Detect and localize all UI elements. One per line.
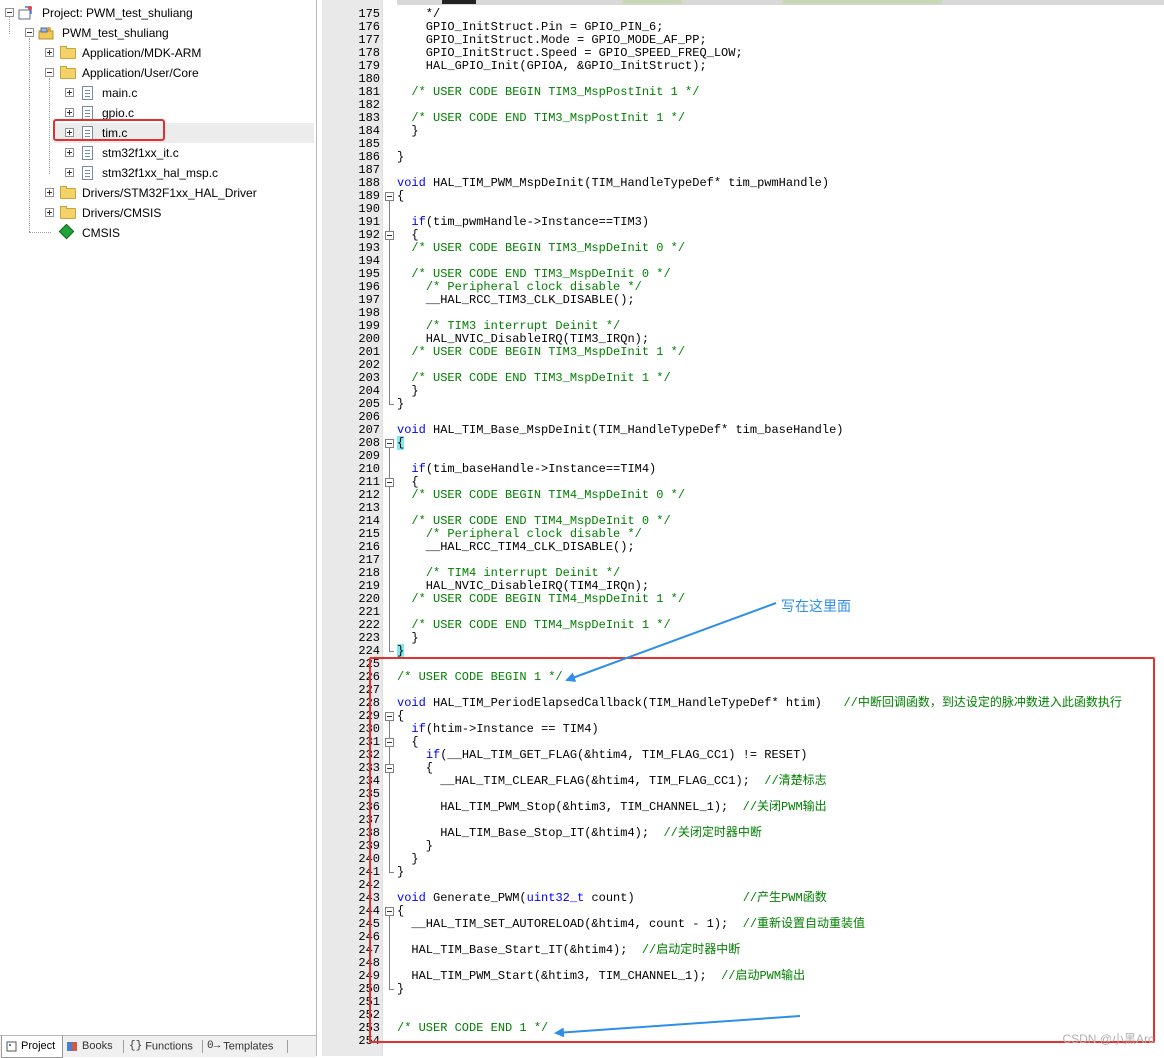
annotation-text: 写在这里面 [781, 598, 851, 614]
tab-functions[interactable]: {} Functions [129, 1036, 201, 1057]
expand-icon[interactable] [65, 108, 74, 117]
fold-toggle-icon[interactable] [385, 439, 394, 448]
templates-icon: 0→ [207, 1040, 221, 1052]
file-highlight-box [53, 119, 165, 141]
project-root-label: Project: PWM_test_shuliang [42, 6, 193, 20]
tree-group[interactable]: Application/User/Core [0, 63, 316, 83]
c-file-icon [82, 166, 93, 180]
folder-icon [60, 206, 76, 219]
code-line[interactable]: /* USER CODE BEGIN TIM3_MspDeInit 1 */ [397, 346, 685, 359]
fold-toggle-icon[interactable] [385, 478, 394, 487]
folder-open-icon [60, 66, 76, 79]
tree-file[interactable]: main.c [0, 83, 316, 103]
project-tab-icon [6, 1041, 17, 1052]
panel-tabs: Project Books {} Functions 0→ Templates [0, 1035, 316, 1058]
code-line[interactable]: /* USER CODE END TIM3_MspDeInit 1 */ [397, 372, 670, 385]
collapse-icon[interactable] [45, 68, 54, 77]
code-line[interactable]: /* USER CODE BEGIN TIM3_MspPostInit 1 */ [397, 86, 699, 99]
folder-icon [60, 186, 76, 199]
code-line[interactable]: /* USER CODE END TIM4_MspDeInit 1 */ [397, 619, 670, 632]
collapse-icon[interactable] [5, 8, 14, 17]
c-file-icon [82, 146, 93, 160]
code-line[interactable]: { [397, 190, 404, 203]
editor-tab-strip [322, 0, 1164, 5]
code-line[interactable]: } [397, 398, 404, 411]
tab-templates[interactable]: 0→ Templates [207, 1036, 285, 1057]
books-icon [67, 1042, 77, 1052]
code-line[interactable]: /* USER CODE BEGIN TIM4_MspDeInit 1 */ [397, 593, 685, 606]
code-line[interactable]: __HAL_RCC_TIM3_CLK_DISABLE(); [397, 294, 635, 307]
tree-file[interactable]: stm32f1xx_it.c [0, 143, 316, 163]
c-file-icon [82, 86, 93, 100]
code-line[interactable]: void HAL_TIM_Base_MspDeInit(TIM_HandleTy… [397, 424, 843, 437]
tab-strip-segment [622, 0, 682, 4]
watermark: CSDN @小黑Arc [1062, 1032, 1154, 1046]
code-line[interactable]: HAL_GPIO_Init(GPIOA, &GPIO_InitStruct); [397, 60, 707, 73]
fold-end-mark [389, 651, 394, 652]
tree-group[interactable]: Drivers/STM32F1xx_HAL_Driver [0, 183, 316, 203]
group-label: Drivers/CMSIS [82, 206, 162, 220]
code-line[interactable]: /* USER CODE END TIM3_MspPostInit 1 */ [397, 112, 685, 125]
active-tab-indicator [442, 0, 476, 4]
code-line[interactable]: void HAL_TIM_PWM_MspDeInit(TIM_HandleTyp… [397, 177, 829, 190]
code-line[interactable]: /* USER CODE BEGIN TIM4_MspDeInit 0 */ [397, 489, 685, 502]
tab-books-label: Books [82, 1040, 113, 1052]
tab-templates-label: Templates [223, 1040, 274, 1053]
target-label: PWM_test_shuliang [62, 26, 169, 40]
code-line[interactable]: __HAL_RCC_TIM4_CLK_DISABLE(); [397, 541, 635, 554]
file-label: main.c [102, 86, 138, 100]
expand-icon[interactable] [65, 148, 74, 157]
group-label: Application/User/Core [82, 66, 199, 80]
c-file-icon [82, 106, 93, 120]
tab-books[interactable]: Books [66, 1036, 122, 1057]
tab-project-label: Project [21, 1040, 56, 1052]
code-line[interactable]: } [397, 151, 404, 164]
tree-cmsis[interactable]: CMSIS [0, 223, 316, 243]
functions-icon: {} [129, 1040, 143, 1052]
folder-icon [60, 46, 76, 59]
code-line[interactable]: /* USER CODE BEGIN TIM3_MspDeInit 0 */ [397, 242, 685, 255]
expand-icon[interactable] [45, 188, 54, 197]
code-line[interactable]: if(tim_baseHandle->Instance==TIM4) [397, 463, 656, 476]
tab-separator [287, 1040, 288, 1053]
cmsis-label: CMSIS [82, 226, 121, 240]
project-icon [18, 6, 32, 20]
fold-end-mark [389, 404, 394, 405]
code-line[interactable]: } [397, 125, 418, 138]
file-label: stm32f1xx_it.c [102, 146, 179, 160]
fold-toggle-icon[interactable] [385, 192, 394, 201]
expand-icon[interactable] [45, 208, 54, 217]
fold-toggle-icon[interactable] [385, 231, 394, 240]
expand-icon[interactable] [65, 88, 74, 97]
tree-group[interactable]: Application/MDK-ARM [0, 43, 316, 63]
tab-project[interactable]: Project [1, 1036, 63, 1058]
group-label: Drivers/STM32F1xx_HAL_Driver [82, 186, 257, 200]
tree-target[interactable]: PWM_test_shuliang [0, 23, 316, 43]
tab-separator [123, 1040, 124, 1053]
tab-strip-segment [782, 0, 942, 4]
tree-root[interactable]: Project: PWM_test_shuliang [0, 3, 316, 23]
expand-icon[interactable] [65, 168, 74, 177]
tab-separator [202, 1040, 203, 1053]
target-icon [38, 27, 54, 40]
tree-file[interactable]: stm32f1xx_hal_msp.c [0, 163, 316, 183]
user-code-highlight-box [369, 657, 1155, 1043]
file-label: stm32f1xx_hal_msp.c [102, 166, 219, 180]
collapse-icon[interactable] [25, 28, 34, 37]
expand-icon[interactable] [45, 48, 54, 57]
tree-group[interactable]: Drivers/CMSIS [0, 203, 316, 223]
code-line[interactable]: if(tim_pwmHandle->Instance==TIM3) [397, 216, 649, 229]
code-line[interactable]: { [397, 436, 405, 450]
tab-functions-label: Functions [145, 1040, 193, 1053]
cmsis-component-icon [58, 223, 75, 240]
group-label: Application/MDK-ARM [82, 46, 202, 60]
project-panel: Project: PWM_test_shuliang PWM_test_shul… [0, 0, 317, 1056]
